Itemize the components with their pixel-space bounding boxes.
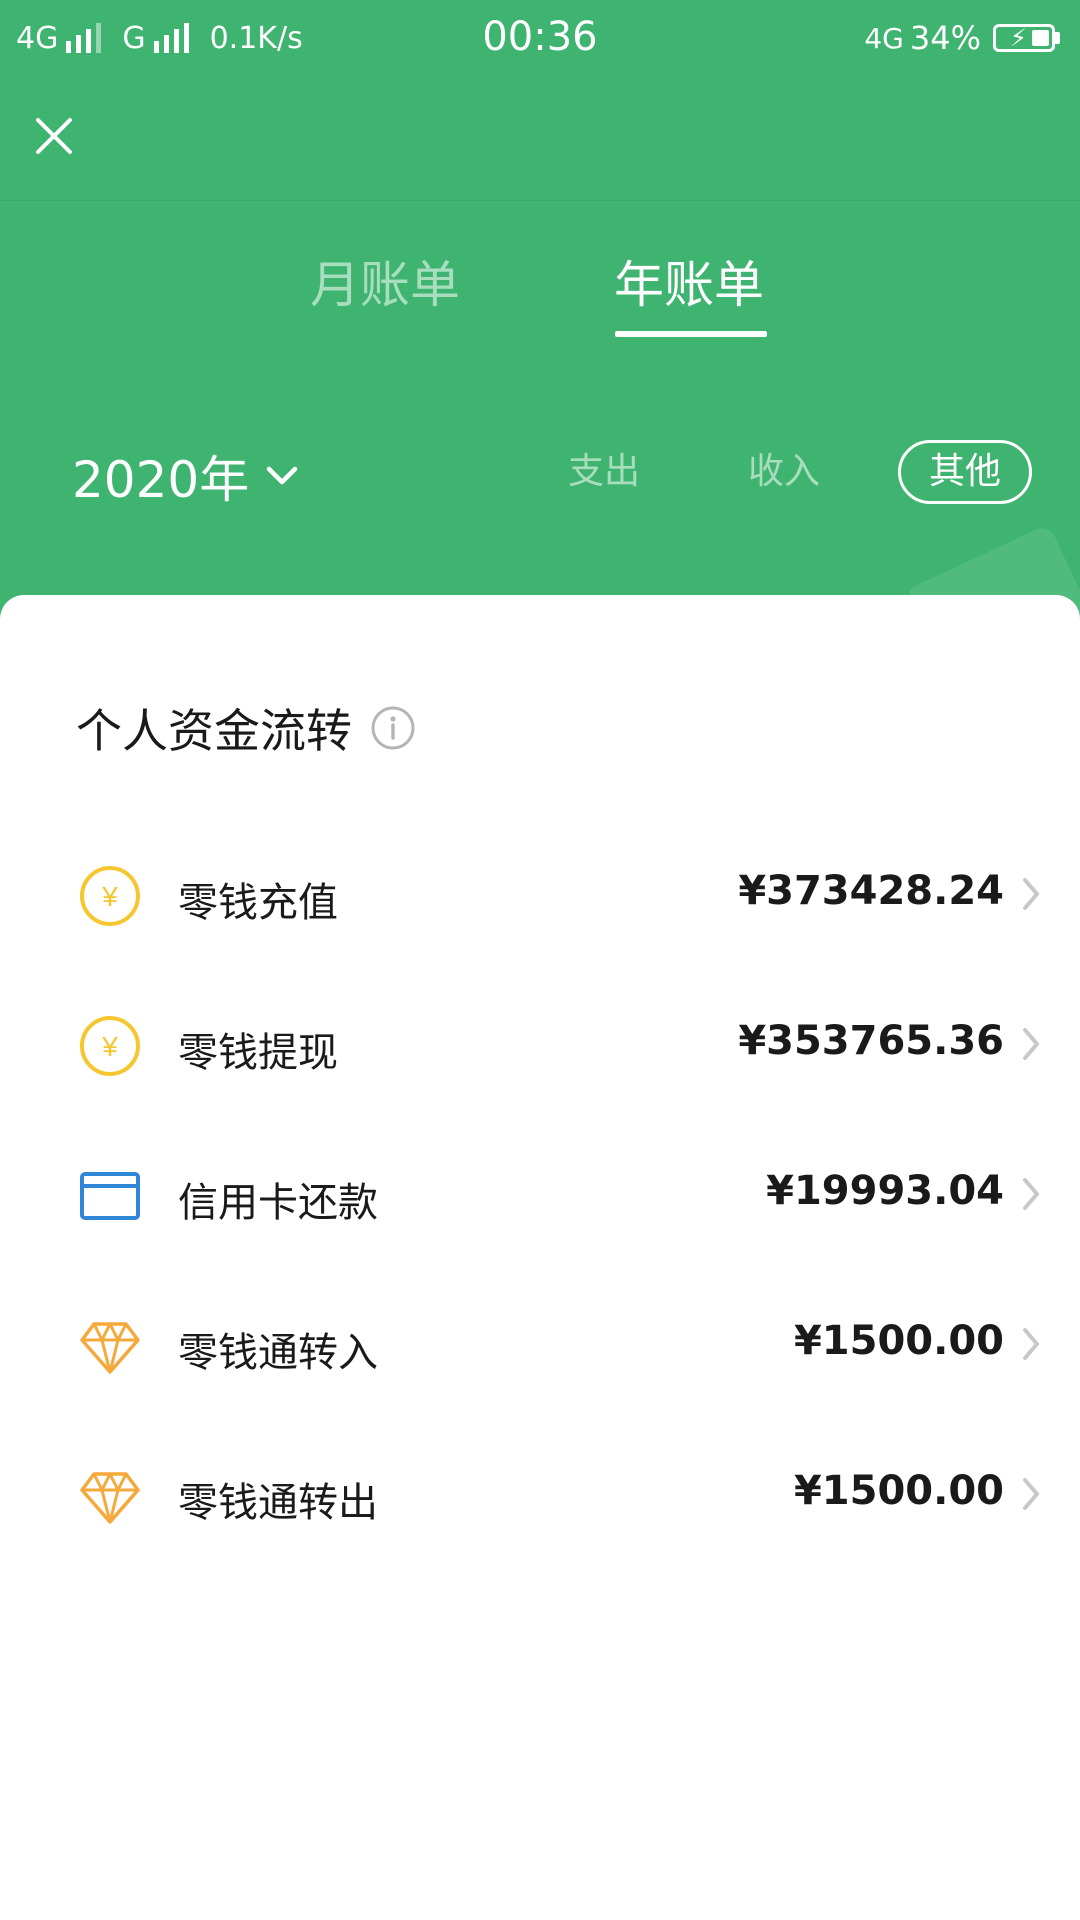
chevron-right-icon — [1023, 1478, 1039, 1510]
charging-bolt-icon: ⚡ — [1010, 24, 1027, 52]
item-label: 零钱提现 — [178, 1030, 338, 1076]
tab-monthly-bill[interactable]: 月账单 — [310, 245, 460, 317]
list-item-credit-card-repayment[interactable]: 信用卡还款 ¥19993.04 — [0, 1118, 1080, 1268]
close-icon — [36, 118, 72, 154]
svg-text:¥: ¥ — [101, 1031, 118, 1062]
coin-icon: ¥ — [80, 1016, 140, 1076]
card-icon — [80, 1172, 140, 1220]
item-amount: ¥1500.00 — [793, 1468, 1004, 1514]
chevron-down-icon — [267, 466, 298, 485]
item-amount: ¥373428.24 — [738, 868, 1004, 914]
list-item-wallet-withdraw[interactable]: ¥ 零钱提现 ¥353765.36 — [0, 968, 1080, 1118]
battery-icon: ⚡ — [993, 24, 1055, 52]
chevron-right-icon — [1023, 878, 1039, 910]
status-bar: 4G G 0.1K/s 00:36 4G 34% ⚡ — [0, 0, 1080, 76]
filter-expense[interactable]: 支出 — [568, 440, 640, 504]
network-label: 4G — [864, 21, 904, 55]
funds-list: ¥ 零钱充值 ¥373428.24 ¥ 零钱提现 ¥353765.36 信用卡还… — [0, 818, 1080, 1568]
battery-fill — [1032, 30, 1049, 46]
year-selector[interactable]: 2020年 — [72, 440, 299, 512]
item-label: 零钱充值 — [178, 880, 338, 926]
item-label: 信用卡还款 — [178, 1180, 378, 1226]
diamond-icon — [80, 1322, 140, 1374]
tab-yearly-bill[interactable]: 年账单 — [614, 245, 764, 317]
active-tab-underline — [615, 331, 767, 337]
item-amount: ¥353765.36 — [738, 1018, 1004, 1064]
section-title: 个人资金流转 — [76, 695, 416, 761]
diamond-icon — [80, 1472, 140, 1524]
year-label: 2020年 — [72, 451, 250, 509]
list-item-wallet-topup[interactable]: ¥ 零钱充值 ¥373428.24 — [0, 818, 1080, 968]
bill-page: 4G G 0.1K/s 00:36 4G 34% ⚡ 月账单 年账单 2020年… — [0, 0, 1080, 1920]
item-label: 零钱通转入 — [178, 1330, 378, 1376]
status-right: 4G 34% ⚡ — [864, 16, 1060, 60]
list-item-wallet-plus-out[interactable]: 零钱通转出 ¥1500.00 — [0, 1418, 1080, 1568]
header-background: 4G G 0.1K/s 00:36 4G 34% ⚡ 月账单 年账单 2020年… — [0, 0, 1080, 640]
bill-tabs: 月账单 年账单 — [0, 245, 1080, 345]
section-title-text: 个人资金流转 — [76, 704, 352, 758]
close-button[interactable] — [28, 110, 80, 162]
filter-income[interactable]: 收入 — [748, 440, 820, 504]
svg-text:¥: ¥ — [101, 881, 118, 912]
item-amount: ¥19993.04 — [766, 1168, 1004, 1214]
item-label: 零钱通转出 — [178, 1480, 378, 1526]
coin-icon: ¥ — [80, 866, 140, 926]
filter-other[interactable]: 其他 — [898, 440, 1032, 504]
battery-nub — [1055, 32, 1060, 44]
chevron-right-icon — [1023, 1328, 1039, 1360]
chevron-right-icon — [1023, 1028, 1039, 1060]
header-divider — [0, 200, 1080, 201]
item-amount: ¥1500.00 — [793, 1318, 1004, 1364]
funds-card: 个人资金流转 ¥ 零钱充值 ¥373428.24 ¥ 零钱提现 ¥353765.… — [0, 595, 1080, 1920]
info-icon[interactable] — [370, 705, 416, 751]
list-item-wallet-plus-in[interactable]: 零钱通转入 ¥1500.00 — [0, 1268, 1080, 1418]
chevron-right-icon — [1023, 1178, 1039, 1210]
battery-percent: 34% — [909, 19, 981, 57]
